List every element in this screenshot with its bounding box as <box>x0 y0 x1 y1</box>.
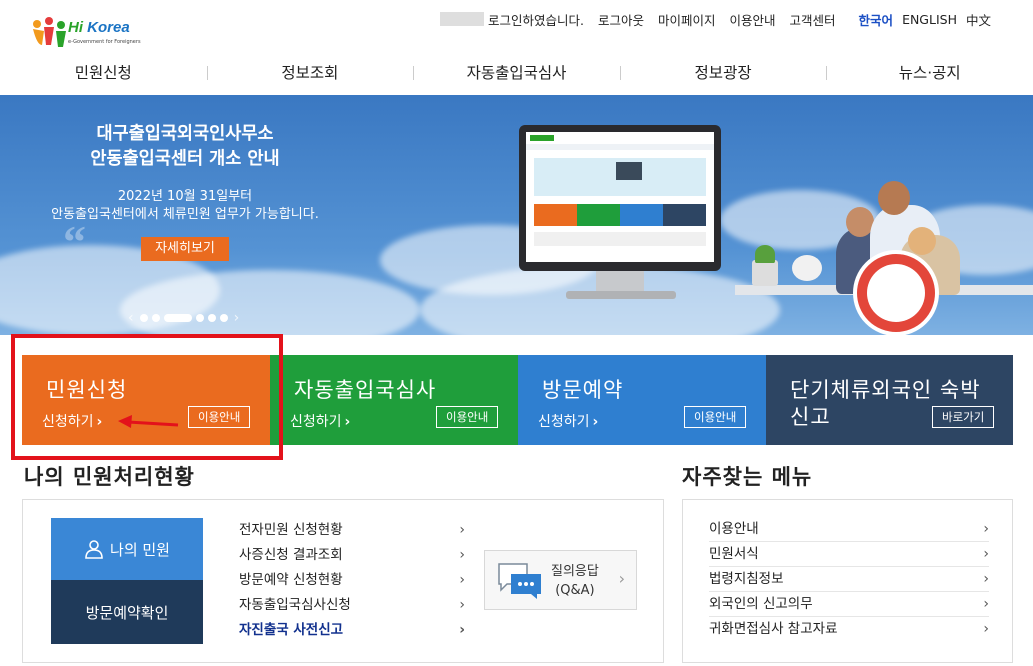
chevron-right-icon: › <box>459 547 465 563</box>
lang-korean[interactable]: 한국어 <box>859 10 894 29</box>
annotation-arrow-icon <box>118 415 179 428</box>
status-item-highlighted[interactable]: 자진출국 사전신고 › <box>239 618 465 643</box>
guide-link[interactable]: 이용안내 <box>730 10 776 29</box>
pager-dot-active[interactable] <box>163 314 192 322</box>
monitor-stand <box>596 271 644 293</box>
status-item[interactable]: 자동출입국심사신청 › <box>239 593 465 618</box>
nav-info-plaza[interactable]: 정보광장 <box>619 57 827 93</box>
user-icon <box>85 540 103 559</box>
nav-auto-immigration[interactable]: 자동출입국심사 <box>413 57 620 93</box>
favorite-item[interactable]: 민원서식 › <box>709 542 989 567</box>
tile-guide-button[interactable]: 이용안내 <box>436 406 499 428</box>
hero-detail-button[interactable]: 자세히보기 <box>141 237 229 261</box>
hero-title-line1: 대구출입국외국인사무소 <box>96 124 274 144</box>
person-head <box>908 227 936 255</box>
alarm-clock-icon <box>853 250 939 335</box>
tile-shortcut-button[interactable]: 바로가기 <box>932 406 995 428</box>
chevron-right-icon: › <box>983 571 989 587</box>
chevron-right-icon: › <box>983 546 989 562</box>
logout-link[interactable]: 로그아웃 <box>598 10 644 29</box>
my-applications-button[interactable]: 나의 민원 <box>51 518 203 580</box>
hero-title-line2: 안동출입국센터 개소 안내 <box>90 149 280 169</box>
logo-brand: Hi Korea <box>68 19 130 36</box>
pager-dot[interactable] <box>151 314 160 322</box>
qa-button[interactable]: 질의응답 (Q&A) › <box>484 550 637 610</box>
tile-guide-button[interactable]: 이용안내 <box>684 406 747 428</box>
tile-title: 방문예약 <box>542 378 624 402</box>
plant-pot-icon <box>752 260 778 286</box>
status-item[interactable]: 방문예약 신청현황 › <box>239 568 465 593</box>
favorites-panel: 이용안내 › 민원서식 › 법령지침정보 › 외국인의 신고의무 › 귀화면접심사 참고… <box>682 499 1013 663</box>
piggy-bank-icon <box>792 255 822 281</box>
nav-apply[interactable]: 민원신청 <box>0 57 207 93</box>
chevron-right-icon: › <box>618 569 625 588</box>
nav-news-notice[interactable]: 뉴스·공지 <box>826 57 1033 93</box>
logo-tagline: e-Government for Foreigners <box>68 39 141 45</box>
favorite-item[interactable]: 귀화면접심사 참고자료 › <box>709 617 989 642</box>
status-list: 전자민원 신청현황 › 사증신청 결과조회 › 방문예약 신청현황 › 자동출입국심사… <box>239 518 465 643</box>
status-panel: 나의 민원 방문예약확인 전자민원 신청현황 › 사증신청 결과조회 › 방문예약 … <box>22 499 664 663</box>
status-section-title: 나의 민원처리현황 <box>24 465 195 489</box>
highlight-box <box>11 334 283 460</box>
status-item[interactable]: 전자민원 신청현황 › <box>239 518 465 543</box>
tile-visit-reservation[interactable]: 방문예약 신청하기 › 이용안내 <box>518 355 766 445</box>
chevron-right-icon: › <box>592 414 599 430</box>
site-logo[interactable]: Hi Korea e-Government for Foreigners <box>30 15 141 49</box>
lang-chinese[interactable]: 中文 <box>966 10 991 29</box>
pager-dot[interactable] <box>195 314 204 322</box>
hero-banner: “ 대구출입국외국인사무소 안동출입국센터 개소 안내 2022년 10월 31… <box>0 95 1033 335</box>
chevron-right-icon: › <box>983 621 989 637</box>
banner-pager: ‹ › <box>124 310 243 326</box>
main-nav: 민원신청 정보조회 자동출입국심사 정보광장 뉴스·공지 <box>0 57 1033 93</box>
pager-next-icon[interactable]: › <box>230 310 244 326</box>
utility-bar: 로그인하였습니다. 로그아웃 마이페이지 이용안내 고객센터 한국어 ENGLI… <box>440 10 1018 28</box>
tile-short-stay-report[interactable]: 단기체류외국인 숙박 신고 바로가기 <box>766 355 1013 445</box>
chevron-right-icon: › <box>344 414 351 430</box>
favorite-item[interactable]: 법령지침정보 › <box>709 567 989 592</box>
pager-prev-icon[interactable]: ‹ <box>124 310 138 326</box>
lang-english[interactable]: ENGLISH <box>902 12 957 27</box>
favorite-item[interactable]: 외국인의 신고의무 › <box>709 592 989 617</box>
monitor-base <box>566 291 676 299</box>
hero-text: 대구출입국외국인사무소 안동출입국센터 개소 안내 2022년 10월 31일부… <box>20 122 350 261</box>
tile-apply-link[interactable]: 신청하기 › <box>538 411 598 431</box>
favorites-list: 이용안내 › 민원서식 › 법령지침정보 › 외국인의 신고의무 › 귀화면접심사 참고… <box>709 517 989 642</box>
login-status: 로그인하였습니다. <box>488 12 584 28</box>
favorite-item[interactable]: 이용안내 › <box>709 517 989 542</box>
mypage-link[interactable]: 마이페이지 <box>658 10 716 29</box>
pager-dot[interactable] <box>139 314 148 322</box>
speech-bubble-icon <box>498 563 541 599</box>
chevron-right-icon: › <box>983 596 989 612</box>
favorites-section-title: 자주찾는 메뉴 <box>682 465 813 489</box>
chevron-right-icon: › <box>459 572 465 588</box>
tile-auto-immigration[interactable]: 자동출입국심사 신청하기 › 이용안내 <box>270 355 518 445</box>
hero-body-line2: 안동출입국센터에서 체류민원 업무가 가능합니다. <box>51 207 319 222</box>
chevron-right-icon: › <box>459 597 465 613</box>
monitor-illustration <box>519 125 721 271</box>
nav-info-lookup[interactable]: 정보조회 <box>206 57 414 93</box>
hero-body-line1: 2022년 10월 31일부터 <box>117 189 253 204</box>
pager-dot[interactable] <box>219 314 228 322</box>
person-head <box>878 181 910 215</box>
tile-title: 자동출입국심사 <box>294 378 437 402</box>
status-item[interactable]: 사증신청 결과조회 › <box>239 543 465 568</box>
pager-dot[interactable] <box>207 314 216 322</box>
tile-apply-link[interactable]: 신청하기 › <box>290 411 350 431</box>
plant-leaves-icon <box>755 245 775 263</box>
qa-label: 질의응답 (Q&A) <box>551 564 599 598</box>
masked-username <box>440 12 484 26</box>
my-applications-label: 나의 민원 <box>110 540 170 559</box>
chevron-right-icon: › <box>983 521 989 537</box>
customer-center-link[interactable]: 고객센터 <box>790 10 836 29</box>
logo-figures-icon <box>33 17 66 47</box>
chevron-right-icon: › <box>459 622 465 638</box>
chevron-right-icon: › <box>459 522 465 538</box>
visit-check-button[interactable]: 방문예약확인 <box>51 580 203 644</box>
